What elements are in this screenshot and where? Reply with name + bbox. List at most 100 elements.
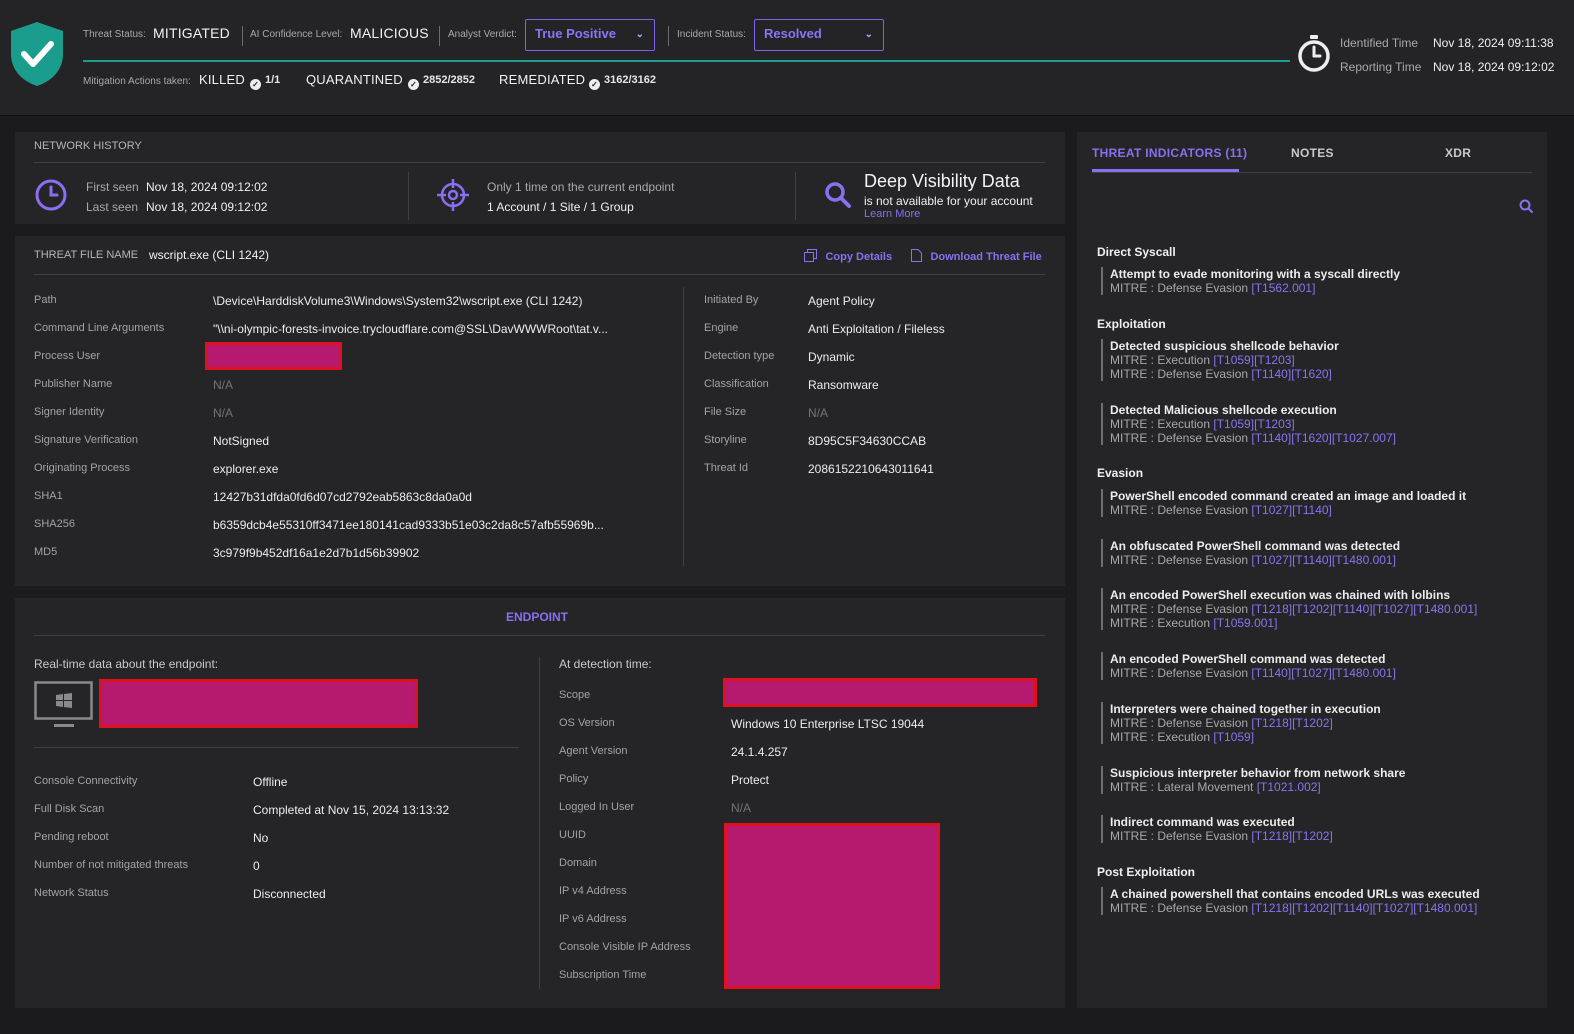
threat-id-label: Threat Id [704, 462, 749, 474]
indicator-item[interactable]: Interpreters were chained together in ex… [1101, 702, 1381, 744]
redacted-endpoint-name [99, 679, 418, 728]
initiated-by-value: Agent Policy [808, 294, 875, 308]
first-seen-value: Nov 18, 2024 09:12:02 [146, 180, 268, 194]
mitre-tactic: MITRE : Defense Evasion [1110, 602, 1252, 616]
mitre-technique-link[interactable]: [T1218][T1202][T1140][T1027][T1480.001] [1251, 602, 1477, 616]
threat-file-name-label: THREAT FILE NAME [34, 249, 139, 261]
check-circle-icon: ✓ [408, 74, 419, 92]
mitre-technique-link[interactable]: [T1027][T1140] [1251, 503, 1332, 517]
originating-process-label: Originating Process [34, 462, 130, 474]
logged-in-user-label: Logged In User [559, 801, 635, 813]
chevron-down-icon: ⌄ [635, 29, 644, 40]
network-status-label: Network Status [34, 887, 109, 899]
uuid-label: UUID [559, 829, 586, 841]
mitre-technique-link[interactable]: [T1562.001] [1251, 281, 1315, 295]
not-mitigated-label: Number of not mitigated threats [34, 859, 189, 871]
redacted-process-user [205, 342, 342, 370]
search-icon[interactable] [1519, 199, 1533, 213]
indicator-item[interactable]: An encoded PowerShell execution was chai… [1101, 588, 1477, 630]
category-exploitation: Exploitation [1097, 317, 1166, 331]
mitre-technique-link[interactable]: [T1059] [1213, 730, 1254, 744]
console-ip-label: Console Visible IP Address [559, 941, 691, 953]
redacted-endpoint-details [724, 823, 940, 989]
indicator-item[interactable]: A chained powershell that contains encod… [1101, 887, 1480, 915]
learn-more-link[interactable]: Learn More [864, 208, 920, 220]
console-connectivity-label: Console Connectivity [34, 775, 138, 787]
initiated-by-label: Initiated By [704, 294, 759, 306]
signer-value: N/A [213, 406, 234, 420]
indicator-item[interactable]: An obfuscated PowerShell command was det… [1101, 539, 1400, 567]
cmdline-label: Command Line Arguments [34, 322, 165, 334]
indicator-item[interactable]: Detected suspicious shellcode behavior M… [1101, 339, 1339, 381]
category-evasion: Evasion [1097, 466, 1144, 480]
check-circle-icon: ✓ [250, 74, 261, 92]
mitre-technique-link[interactable]: [T1059][T1203] [1213, 417, 1294, 431]
detection-time-label: At detection time: [559, 657, 652, 671]
mitre-tactic: MITRE : Defense Evasion [1110, 431, 1252, 445]
identified-time-value: Nov 18, 2024 09:11:38 [1433, 36, 1554, 50]
console-connectivity-value: Offline [253, 775, 288, 789]
indicator-title: Indirect command was executed [1110, 815, 1295, 829]
file-icon [911, 249, 922, 262]
mitre-technique-link[interactable]: [T1140][T1620][T1027.007] [1251, 431, 1396, 445]
indicator-item[interactable]: Attempt to evade monitoring with a sysca… [1101, 267, 1400, 295]
last-seen-label: Last seen [86, 200, 139, 214]
os-version-value: Windows 10 Enterprise LTSC 19044 [731, 717, 925, 731]
divider [408, 172, 409, 220]
mitre-technique-link[interactable]: [T1218][T1202] [1251, 716, 1332, 730]
signer-label: Signer Identity [34, 406, 105, 418]
os-version-label: OS Version [559, 717, 615, 729]
mitre-technique-link[interactable]: [T1218][T1202][T1140][T1027][T1480.001] [1251, 901, 1477, 915]
mitre-technique-link[interactable]: [T1021.002] [1257, 780, 1321, 794]
remediated-label: REMEDIATED [499, 72, 586, 87]
indicator-title: Detected Malicious shellcode execution [1110, 403, 1337, 417]
target-icon [437, 179, 469, 211]
endpoint-title: ENDPOINT [506, 610, 569, 624]
indicator-item[interactable]: PowerShell encoded command created an im… [1101, 489, 1466, 517]
tab-threat-indicators[interactable]: THREAT INDICATORS (11) [1092, 146, 1247, 160]
occurrence-line1: Only 1 time on the current endpoint [487, 180, 675, 194]
indicator-item[interactable]: An encoded PowerShell command was detect… [1101, 652, 1396, 680]
indicator-title: A chained powershell that contains encod… [1110, 887, 1480, 901]
indicator-item[interactable]: Suspicious interpreter behavior from net… [1101, 766, 1405, 794]
storyline-value: 8D95C5F34630CCAB [808, 434, 927, 448]
ipv6-label: IP v6 Address [559, 913, 627, 925]
threat-id-value: 2086152210643011641 [808, 462, 934, 476]
indicator-title: PowerShell encoded command created an im… [1110, 489, 1467, 503]
redacted-scope [723, 678, 1037, 707]
divider [439, 26, 440, 46]
agent-version-label: Agent Version [559, 745, 628, 757]
mitre-tactic: MITRE : Execution [1110, 417, 1214, 431]
indicator-title: Suspicious interpreter behavior from net… [1110, 766, 1406, 780]
path-label: Path [34, 294, 57, 306]
shield-check-icon [11, 22, 63, 86]
subscription-time-label: Subscription Time [559, 969, 647, 981]
originating-process-value: explorer.exe [213, 462, 279, 476]
category-post-exploitation: Post Exploitation [1097, 865, 1196, 879]
storyline-label: Storyline [704, 434, 747, 446]
indicator-title: Attempt to evade monitoring with a sysca… [1110, 267, 1401, 281]
tab-xdr[interactable]: XDR [1445, 146, 1471, 160]
indicator-item[interactable]: Indirect command was executed MITRE : De… [1101, 815, 1333, 843]
indicator-title: An obfuscated PowerShell command was det… [1110, 539, 1401, 553]
mitre-technique-link[interactable]: [T1218][T1202] [1251, 829, 1332, 843]
remediated-count: 3162/3162 [604, 74, 656, 86]
divider [539, 657, 540, 989]
download-threat-file-button[interactable]: Download Threat File [911, 247, 1042, 265]
process-user-label: Process User [34, 350, 101, 362]
full-disk-scan-label: Full Disk Scan [34, 803, 105, 815]
tab-notes[interactable]: NOTES [1291, 146, 1334, 160]
analyst-verdict-dropdown[interactable]: True Positive ⌄ [525, 19, 655, 51]
mitre-technique-link[interactable]: [T1027][T1140][T1480.001] [1251, 553, 1396, 567]
network-status-value: Disconnected [253, 887, 326, 901]
analyst-verdict-value: True Positive [535, 26, 616, 41]
mitre-technique-link[interactable]: [T1059][T1203] [1213, 353, 1294, 367]
mitre-technique-link[interactable]: [T1140][T1027][T1480.001] [1251, 666, 1396, 680]
copy-details-button[interactable]: Copy Details [804, 247, 892, 265]
indicator-item[interactable]: Detected Malicious shellcode execution M… [1101, 403, 1396, 445]
incident-status-dropdown[interactable]: Resolved ⌄ [754, 19, 884, 51]
mitre-technique-link[interactable]: [T1059.001] [1213, 616, 1277, 630]
divider [34, 635, 1045, 636]
mitre-technique-link[interactable]: [T1140][T1620] [1251, 367, 1332, 381]
stopwatch-icon [1298, 35, 1330, 72]
